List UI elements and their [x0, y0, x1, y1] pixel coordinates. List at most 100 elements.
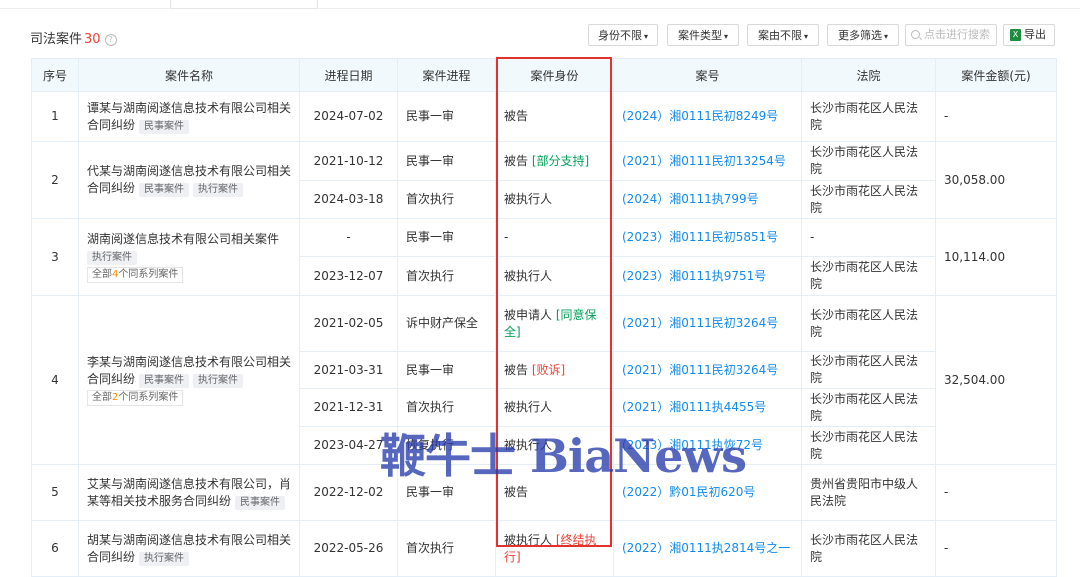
case-number-link[interactable]: (2023）湘0111民初5851号: [613, 218, 802, 257]
column-header: 案件金额(元): [935, 58, 1057, 92]
case-role: 被申请人: [504, 307, 553, 322]
case-number-link[interactable]: (2021）湘0111执4455号: [613, 388, 802, 427]
case-number-link[interactable]: (2021）湘0111民初3264号: [613, 295, 802, 352]
case-role: 被执行人: [504, 268, 553, 283]
series-cases-link[interactable]: 全部2个同系列案件: [87, 390, 184, 406]
case-role: 被告: [504, 153, 529, 168]
case-role: 被告: [504, 109, 529, 123]
case-number-link[interactable]: (2022）湘0111执2814号之一: [613, 520, 802, 577]
case-number-link[interactable]: (2021）湘0111民初3264号: [613, 351, 802, 389]
case-type-tag: 执行案件: [139, 551, 190, 566]
case-amount: -: [935, 91, 1057, 142]
process-date: 2024-07-02: [299, 91, 398, 142]
table-row: 4 李某与湖南阅遂信息技术有限公司相关合同纠纷 民事案件 执行案件 全部2个同系列案件 2…: [31, 295, 1057, 465]
case-name-cell[interactable]: 胡某与湖南阅遂信息技术有限公司相关合同纠纷 执行案件: [78, 520, 300, 577]
excel-icon: X: [1010, 29, 1021, 41]
case-name[interactable]: 湖南阅遂信息技术有限公司相关案件: [87, 232, 279, 246]
tab-active[interactable]: [170, 0, 318, 9]
table-row: 6 胡某与湖南阅遂信息技术有限公司相关合同纠纷 执行案件 2022-05-26 首次执行…: [31, 520, 1057, 577]
column-header: 进程日期: [299, 58, 398, 92]
export-button[interactable]: X 导出: [1003, 24, 1055, 46]
process-date: -: [299, 218, 398, 257]
filter-identity-button[interactable]: 身份不限 ▾: [588, 24, 658, 46]
filter-case-type-button[interactable]: 案件类型 ▾: [667, 24, 739, 46]
caret-down-icon: ▾: [883, 32, 888, 41]
case-number-link[interactable]: (2023）湘0111执恢72号: [613, 426, 802, 465]
row-number: 5: [31, 464, 79, 521]
case-role-cell: 被执行人: [495, 388, 614, 427]
case-role: 被告: [504, 362, 529, 377]
case-amount: 30,058.00: [935, 141, 1057, 219]
case-name-cell[interactable]: 代某与湖南阅遂信息技术有限公司相关合同纠纷 民事案件 执行案件: [78, 141, 300, 219]
court-name: 长沙市雨花区人民法院: [801, 256, 936, 296]
court-name: 长沙市雨花区人民法院: [801, 520, 936, 577]
case-role: 被执行人: [504, 400, 553, 414]
more-filters-button[interactable]: 更多筛选 ▾: [827, 24, 899, 46]
row-number: 3: [31, 218, 79, 296]
court-name: 长沙市雨花区人民法院: [801, 426, 936, 465]
case-amount: 32,504.00: [935, 295, 1057, 465]
column-header: 案件名称: [78, 58, 300, 92]
case-name-cell[interactable]: 湖南阅遂信息技术有限公司相关案件执行案件全部4个同系列案件: [78, 218, 300, 296]
case-number-link[interactable]: (2021）湘0111民初13254号: [613, 141, 802, 181]
case-name-cell[interactable]: 艾某与湖南阅遂信息技术有限公司，肖某等相关技术服务合同纠纷 民事案件: [78, 464, 300, 521]
case-name-cell[interactable]: 李某与湖南阅遂信息技术有限公司相关合同纠纷 民事案件 执行案件 全部2个同系列案件: [78, 295, 300, 465]
case-type-tag: 执行案件: [193, 374, 244, 388]
case-type-tag: 执行案件: [193, 183, 244, 197]
case-role: 被执行人: [504, 532, 553, 547]
process-date: 2022-12-02: [299, 464, 398, 521]
case-role-cell: 被执行人: [495, 426, 614, 465]
court-name: 长沙市雨花区人民法院: [801, 91, 936, 142]
process-stage: 首次执行: [397, 180, 496, 219]
court-name: 长沙市雨花区人民法院: [801, 180, 936, 219]
court-name: 贵州省贵阳市中级人民法院: [801, 464, 936, 521]
search-icon: [911, 30, 920, 39]
process-stage: 民事一审: [397, 91, 496, 142]
case-number-link[interactable]: (2022）黔01民初620号: [613, 464, 802, 521]
case-role-cell: 被告 [部分支持]: [495, 141, 614, 181]
series-cases-link[interactable]: 全部4个同系列案件: [87, 267, 184, 283]
column-header: 法院: [801, 58, 936, 92]
table-header-row: 序号 案件名称 进程日期 案件进程 案件身份 案号 法院 案件金额(元): [31, 58, 1057, 92]
row-number: 6: [31, 520, 79, 577]
case-role-cell: 被告: [495, 91, 614, 142]
row-number: 2: [31, 141, 79, 219]
case-role-cell: 被告: [495, 464, 614, 521]
table-row: 1 谭某与湖南阅遂信息技术有限公司相关合同纠纷 民事案件 2024-07-02 民事一审…: [31, 91, 1057, 142]
process-stage: 民事一审: [397, 141, 496, 181]
info-icon[interactable]: ?: [104, 34, 117, 46]
column-header: 案件进程: [397, 58, 496, 92]
case-type-tag: 民事案件: [139, 119, 190, 134]
row-number: 1: [31, 91, 79, 142]
court-name: 长沙市雨花区人民法院: [801, 388, 936, 427]
process-stage: 首次执行: [397, 388, 496, 427]
filter-cause-button[interactable]: 案由不限 ▾: [747, 24, 819, 46]
process-date: 2021-03-31: [299, 351, 398, 389]
search-input[interactable]: 点击进行搜索: [905, 24, 997, 46]
case-name-cell[interactable]: 谭某与湖南阅遂信息技术有限公司相关合同纠纷 民事案件: [78, 91, 300, 142]
case-type-tag: 民事案件: [139, 183, 190, 197]
case-number-link[interactable]: (2023）湘0111执9751号: [613, 256, 802, 296]
process-stage: 诉中财产保全: [397, 295, 496, 352]
case-role-cell: 被执行人: [495, 256, 614, 296]
process-stage: 首次执行: [397, 520, 496, 577]
case-number-link[interactable]: (2024）湘0111民初8249号: [613, 91, 802, 142]
case-amount: -: [935, 464, 1057, 521]
section-title-text: 司法案件: [30, 32, 83, 47]
case-type-tag: 民事案件: [235, 495, 286, 510]
court-name: 长沙市雨花区人民法院: [801, 141, 936, 181]
case-role-cell: -: [495, 218, 614, 257]
court-name: 长沙市雨花区人民法院: [801, 295, 936, 352]
table-row: 2 代某与湖南阅遂信息技术有限公司相关合同纠纷 民事案件 执行案件 2021-10-12…: [31, 141, 1057, 219]
process-date: 2021-10-12: [299, 141, 398, 181]
case-role: -: [504, 230, 509, 244]
row-number: 4: [31, 295, 79, 465]
process-date: 2023-12-07: [299, 256, 398, 296]
case-role: 被告: [504, 485, 529, 499]
process-date: 2022-05-26: [299, 520, 398, 577]
case-type-tag: 执行案件: [87, 251, 137, 265]
column-header: 案号: [613, 58, 802, 92]
case-role-cell: 被执行人: [495, 180, 614, 219]
caret-down-icon: ▾: [803, 32, 808, 41]
case-number-link[interactable]: (2024）湘0111执799号: [613, 180, 802, 219]
